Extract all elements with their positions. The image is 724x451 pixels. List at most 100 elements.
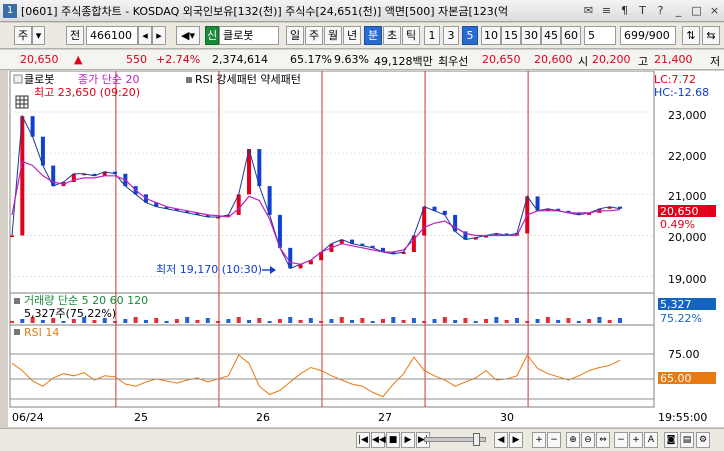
stock-name-field: 클로봇 — [219, 26, 279, 45]
rsi-tag-text: 65.00 — [660, 372, 692, 385]
maximize-icon[interactable]: □ — [689, 3, 704, 18]
legend-rsi-pattern: RSI 강세패턴 약세패턴 — [195, 72, 301, 86]
tool-b-icon[interactable]: ⊖ — [581, 432, 595, 448]
code-next-icon[interactable]: ▸ — [152, 26, 166, 45]
volume-bar — [545, 317, 550, 323]
interval-15-button[interactable]: 15 — [501, 26, 521, 45]
ask-price: 20,650 — [482, 53, 521, 66]
volume-bar — [154, 318, 159, 323]
period-minute-button[interactable]: 분 — [364, 26, 382, 45]
volume-bar — [319, 321, 324, 323]
font-a-icon[interactable]: A — [644, 432, 658, 448]
scroll-left-icon[interactable]: ◀ — [494, 432, 508, 448]
zoom-slider-thumb[interactable] — [473, 433, 480, 446]
volume-bar — [504, 320, 509, 323]
zoom-in-icon[interactable]: + — [532, 432, 546, 448]
price-change-pct: +2.74% — [156, 53, 201, 66]
volume-tag-pct: 75.22% — [660, 312, 702, 325]
min-price-label: 최저 19,170 (10:30) — [156, 263, 262, 276]
interval-3-button[interactable]: 3 — [443, 26, 459, 45]
play-icon[interactable]: ▶ — [401, 432, 415, 448]
volume-bar — [216, 321, 221, 323]
legend-handle-icon[interactable] — [13, 74, 23, 84]
interval-1-button[interactable]: 1 — [424, 26, 440, 45]
interval-45-button[interactable]: 45 — [541, 26, 561, 45]
font-icon[interactable]: T — [635, 3, 650, 18]
interval-5-button[interactable]: 5 — [462, 26, 478, 45]
volume-bar — [401, 320, 406, 323]
market-select[interactable]: 주 — [14, 26, 32, 45]
scroll-prev-icon[interactable]: ◀◀ — [371, 432, 386, 448]
settings-icon[interactable]: ⚙ — [696, 432, 710, 448]
minimize-icon[interactable]: _ — [671, 3, 686, 18]
stock-code-input[interactable]: 466100 — [86, 26, 138, 45]
volume-value: 2,374,614 — [212, 53, 268, 66]
volume-bar — [442, 317, 447, 323]
volume-bar — [576, 321, 581, 323]
volume-bar — [164, 321, 169, 323]
chart-area[interactable]: 23,000 22,000 21,000 20,000 19,000 LC:7.… — [8, 71, 724, 427]
period-day-button[interactable]: 일 — [286, 26, 304, 45]
legend-stock-name: 클로봇 — [24, 73, 54, 86]
volume-bar — [556, 320, 561, 323]
scroll-first-icon[interactable]: |◀ — [356, 432, 370, 448]
period-month-button[interactable]: 월 — [324, 26, 342, 45]
data-range-field[interactable]: 699/900 — [620, 26, 676, 45]
help-icon[interactable]: ? — [653, 3, 668, 18]
volume-bar — [267, 321, 272, 323]
price-panel-frame — [9, 71, 655, 294]
sort-icon[interactable]: ⇅ — [682, 26, 700, 45]
date-label-27: 27 — [378, 411, 392, 424]
rsi-tick-75: 75.00 — [668, 348, 700, 361]
zoom-out-icon[interactable]: − — [547, 432, 561, 448]
font-up-icon[interactable]: + — [629, 432, 643, 448]
list-icon[interactable]: ≡ — [599, 3, 614, 18]
volume-bar — [339, 317, 344, 323]
volume-legend: 거래량 단순 5 20 60 120 — [24, 294, 148, 307]
market-dropdown-icon[interactable]: ▾ — [32, 26, 45, 45]
period-year-button[interactable]: 년 — [343, 26, 361, 45]
swap-icon[interactable]: ⇆ — [702, 26, 720, 45]
volume-bar — [370, 321, 375, 323]
close-icon[interactable]: × — [707, 3, 722, 18]
current-price: 20,650 — [20, 53, 59, 66]
price-change: 550 — [126, 53, 147, 66]
pilcrow-icon[interactable]: ¶ — [617, 3, 632, 18]
toolbar: 주 ▾ 전 466100 ◂ ▸ ◀▾ 신 클로봇 일 주 월 년 분 초 틱 … — [0, 23, 724, 49]
print-icon[interactable]: ▤ — [680, 432, 694, 448]
volume-bar — [113, 321, 118, 323]
price-chart-svg[interactable]: 23,000 22,000 21,000 20,000 19,000 LC:7.… — [8, 71, 724, 427]
speaker-icon[interactable]: ◀▾ — [176, 26, 200, 45]
period-tick-button[interactable]: 틱 — [402, 26, 420, 45]
interval-10-button[interactable]: 10 — [481, 26, 501, 45]
font-down-icon[interactable]: − — [614, 432, 628, 448]
interval-30-button[interactable]: 30 — [521, 26, 541, 45]
volume-bar — [535, 319, 540, 323]
code-prev-icon[interactable]: ◂ — [138, 26, 152, 45]
camera-icon[interactable]: ◙ — [664, 432, 678, 448]
date-label-30: 30 — [500, 411, 514, 424]
period-second-button[interactable]: 초 — [383, 26, 401, 45]
interval-count-select[interactable]: 5 — [584, 26, 616, 45]
tool-a-icon[interactable]: ⊕ — [566, 432, 580, 448]
price-tick-21000: 21,000 — [668, 190, 707, 203]
interval-60-button[interactable]: 60 — [561, 26, 581, 45]
low-label: 저 — [710, 55, 721, 68]
code-type-select[interactable]: 전 — [66, 26, 84, 45]
open-label: 시 — [578, 55, 589, 68]
volume-bar — [597, 317, 602, 323]
mail-icon[interactable]: ✉ — [581, 3, 596, 18]
period-week-button[interactable]: 주 — [305, 26, 323, 45]
volume-bar — [360, 318, 365, 323]
volume-bar — [247, 320, 252, 323]
zoom-slider[interactable] — [424, 433, 486, 446]
up-arrow-icon: ▲ — [74, 53, 83, 66]
scroll-right-icon[interactable]: ▶ — [509, 432, 523, 448]
legend-ma20: 종가 단순 20 — [78, 73, 139, 86]
stop-icon[interactable]: ■ — [386, 432, 400, 448]
volume-bar — [350, 320, 355, 323]
tool-c-icon[interactable]: ⇔ — [596, 432, 610, 448]
grid-table-icon[interactable] — [15, 95, 29, 109]
time-label: 19:55:00 — [658, 411, 707, 424]
volume-ratio: 65.17% — [290, 53, 332, 66]
